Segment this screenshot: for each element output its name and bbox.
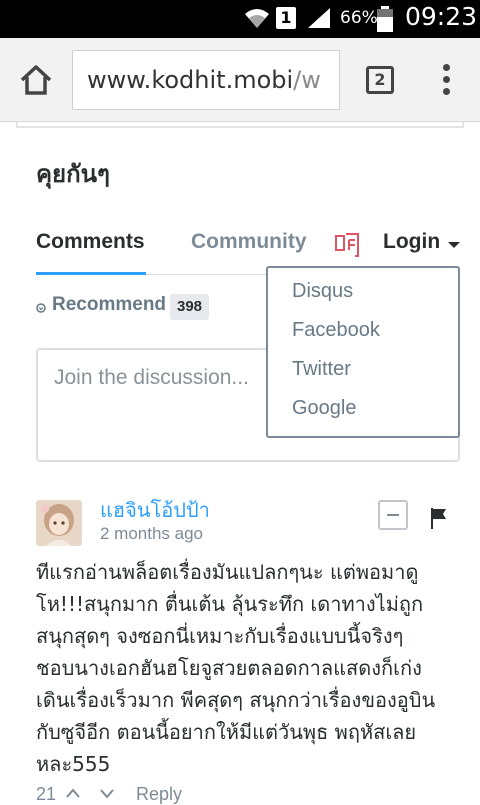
url-host: www.kodhit.mobi — [87, 66, 294, 94]
url-path: /w — [293, 66, 321, 94]
comment-line: โห!!!สนุกมาก ตื่นเต้น ลุ้นระทึก เดาทางไม… — [36, 592, 424, 616]
flag-icon[interactable] — [428, 506, 448, 530]
comment-line: หละ555 — [36, 752, 111, 776]
battery-icon — [377, 6, 393, 32]
wifi-icon — [245, 9, 269, 28]
tab-community[interactable]: Community — [191, 230, 307, 254]
recommend-label: Recommend — [52, 294, 167, 315]
sim-icon: 1 — [276, 7, 296, 29]
menu-item-google[interactable]: Google — [292, 397, 357, 420]
recommend-count: 398 — [170, 294, 210, 320]
comment-body: ทีแรกอ่านพล็อตเรื่องมันแปลกๆนะ แต่พอมาดู… — [36, 556, 460, 780]
comment-line: สนุกสุดๆ จงซอกนี่เหมาะกับเรื่องแบบนี้จริ… — [36, 624, 404, 648]
comment-line: ชอบนางเอกฮันฮโยจูสวยตลอดกาลแสดงก็เก่ง — [36, 656, 422, 680]
page-title: คุยกันๆ — [36, 160, 110, 188]
avatar[interactable] — [36, 500, 82, 546]
menu-item-facebook[interactable]: Facebook — [292, 319, 380, 342]
comment-input-placeholder: Join the discussion... — [54, 366, 249, 389]
menu-item-twitter[interactable]: Twitter — [292, 358, 351, 381]
reply-button[interactable]: Reply — [136, 784, 182, 805]
tab-comments[interactable]: Comments — [36, 230, 145, 254]
heart-icon — [36, 303, 46, 313]
menu-item-disqus[interactable]: Disqus — [292, 280, 353, 303]
status-bar: 1 66% 09:23 — [0, 0, 480, 38]
comment-footer: 21 Reply — [36, 784, 182, 805]
downvote-icon[interactable] — [98, 784, 116, 802]
signal-icon — [308, 8, 330, 28]
content-frame-edge — [16, 122, 464, 128]
battery-percent: 66% — [340, 8, 378, 28]
chevron-down-icon[interactable] — [448, 242, 460, 248]
comment-author[interactable]: แฮจินโอ้ปป้า — [100, 494, 210, 526]
active-tab-indicator — [36, 272, 146, 275]
comment-line: ทีแรกอ่านพล็อตเรื่องมันแปลกๆนะ แต่พอมาดู — [36, 560, 419, 584]
tab-switcher-button[interactable]: 2 — [366, 66, 394, 94]
comment-timestamp[interactable]: 2 months ago — [100, 524, 203, 544]
collapse-button[interactable] — [378, 500, 408, 530]
login-dropdown-menu: Disqus Facebook Twitter Google — [266, 266, 460, 438]
home-icon[interactable] — [18, 62, 54, 98]
login-button[interactable]: Login — [383, 230, 440, 254]
clock: 09:23 — [405, 2, 478, 31]
community-logo-icon[interactable] — [334, 230, 360, 258]
minus-icon — [387, 514, 399, 516]
comment-line: กับซูจีอีก ตอนนี้อยากให้มีแต่วันพุธ พฤหั… — [36, 720, 417, 744]
browser-toolbar: www.kodhit.mobi/w 2 — [0, 38, 480, 122]
url-bar[interactable]: www.kodhit.mobi/w — [72, 50, 340, 110]
overflow-menu-icon[interactable] — [438, 64, 454, 96]
vote-count: 21 — [36, 784, 57, 804]
comment-line: เดินเรื่องเร็วมาก พีคสุดๆ สนุกกว่าเรื่อง… — [36, 688, 436, 712]
upvote-icon[interactable] — [64, 784, 82, 802]
